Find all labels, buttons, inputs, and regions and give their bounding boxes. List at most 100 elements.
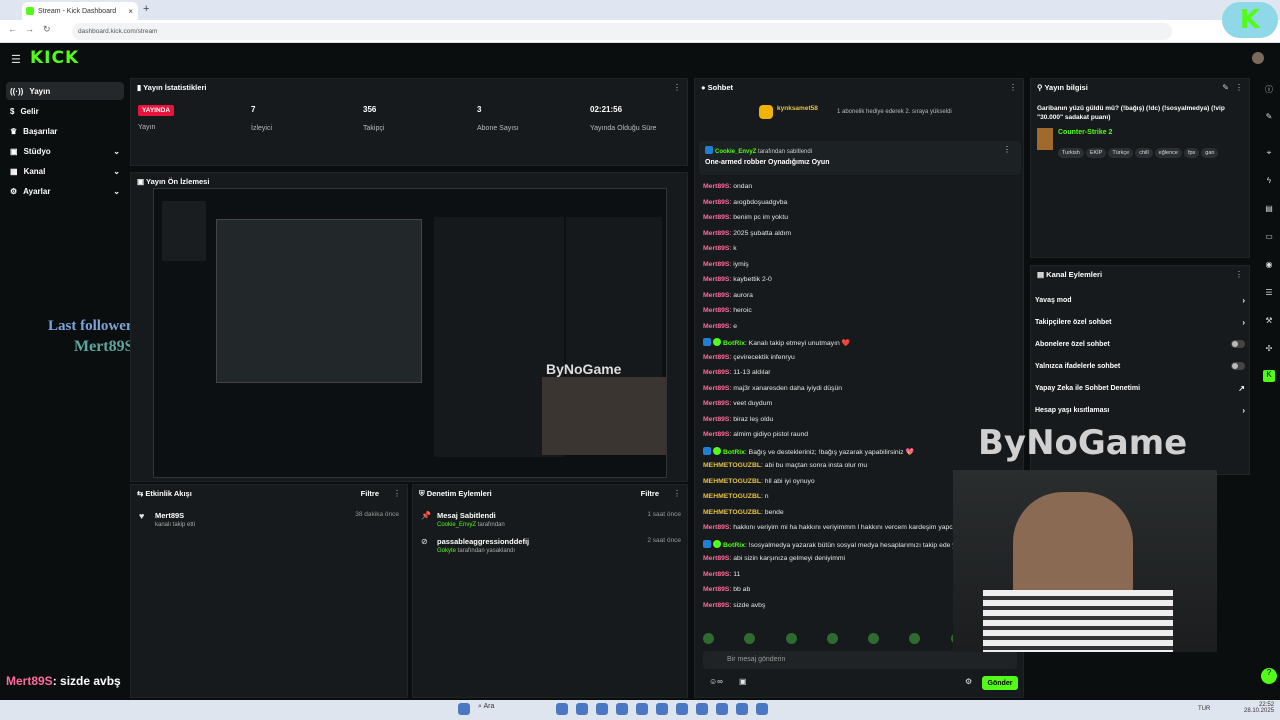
bolt-icon[interactable]: ϟ <box>1263 176 1275 188</box>
chat-username[interactable]: Mert89S <box>703 524 729 531</box>
app-icon[interactable] <box>756 703 768 715</box>
browser-tab[interactable]: Stream - Kick Dashboard × <box>22 2 138 20</box>
more-icon[interactable]: ⋮ <box>1009 83 1017 92</box>
kick-icon[interactable]: K <box>1263 370 1275 382</box>
taskbar-search[interactable]: ⌕ Ara <box>478 703 548 715</box>
kick-logo[interactable]: KICK <box>30 48 79 68</box>
chat-username[interactable]: BotRix <box>723 542 745 549</box>
app-icon[interactable] <box>616 703 628 715</box>
chat-username[interactable]: MEHMETOGUZBL <box>703 478 761 485</box>
chat-username[interactable]: Mert89S <box>703 199 729 206</box>
emote-icon[interactable] <box>868 633 880 644</box>
windows-start-icon[interactable] <box>458 703 470 715</box>
chat-username[interactable]: Mert89S <box>703 602 729 609</box>
new-tab-icon[interactable]: + <box>143 3 149 15</box>
gift-box-icon[interactable]: ▣ <box>739 677 747 686</box>
broadcast-icon[interactable]: ◉ <box>1263 260 1275 272</box>
emote-icon[interactable] <box>785 633 797 644</box>
sidebar-item-studyo[interactable]: ▣ Stüdyo ⌄ <box>6 142 124 160</box>
app-icon[interactable] <box>556 703 568 715</box>
chat-username[interactable]: MEHMETOGUZBL <box>703 509 761 516</box>
more-icon[interactable]: ⋮ <box>673 489 681 498</box>
document-icon[interactable]: ▤ <box>1263 204 1275 216</box>
emote-icon[interactable] <box>744 633 756 644</box>
app-icon[interactable] <box>696 703 708 715</box>
more-icon[interactable]: ⋮ <box>1235 270 1243 279</box>
chat-username[interactable]: Mert89S <box>703 292 729 299</box>
action-emote-only[interactable]: Yalnızca ifadelerle sohbet <box>1035 362 1245 370</box>
emoji-icon[interactable]: ☺∞ <box>709 677 723 686</box>
edit-icon[interactable]: ✎ <box>1263 112 1275 124</box>
gear-icon[interactable]: ⚙ <box>965 677 972 686</box>
chat-username[interactable]: Mert89S <box>703 183 729 190</box>
app-icon[interactable] <box>736 703 748 715</box>
app-icon[interactable] <box>636 703 648 715</box>
help-icon[interactable]: ? <box>1261 668 1277 684</box>
sidebar-item-ayarlar[interactable]: ⚙ Ayarlar ⌄ <box>6 182 124 200</box>
chat-username[interactable]: Mert89S <box>703 385 729 392</box>
filter-button[interactable]: Filtre <box>361 489 379 498</box>
emote-icon[interactable] <box>909 633 921 644</box>
app-icon[interactable] <box>716 703 728 715</box>
sidebar-item-basarilar[interactable]: ♛ Başarılar <box>6 122 124 140</box>
chat-username[interactable]: Mert89S <box>703 571 729 578</box>
chat-icon[interactable]: ▭ <box>1263 232 1275 244</box>
chat-username[interactable]: Mert89S <box>703 261 729 268</box>
chat-username[interactable]: Mert89S <box>703 586 729 593</box>
info-icon[interactable]: ⓘ <box>1263 84 1275 96</box>
chat-username[interactable]: MEHMETOGUZBL <box>703 462 761 469</box>
action-subs-only[interactable]: Abonelere özel sohbet <box>1035 340 1245 348</box>
chat-username[interactable]: Mert89S <box>703 214 729 221</box>
avatar[interactable] <box>1252 52 1264 64</box>
sidebar-item-gelir[interactable]: $ Gelir <box>6 102 124 120</box>
emote-icon[interactable] <box>826 633 838 644</box>
app-icon[interactable] <box>656 703 668 715</box>
action-slow-mode[interactable]: Yavaş mod › <box>1035 296 1245 305</box>
menu-icon[interactable]: ☰ <box>11 53 21 66</box>
chat-username[interactable]: Mert89S <box>703 416 729 423</box>
settings-icon[interactable]: ✣ <box>1263 344 1275 356</box>
chat-username[interactable]: Mert89S <box>703 245 729 252</box>
emote-icon[interactable] <box>703 633 714 644</box>
stream-preview-video[interactable]: ByNoGame <box>153 188 667 478</box>
category-name[interactable]: Counter-Strike 2 <box>1058 129 1112 136</box>
chat-username[interactable]: Mert89S <box>703 369 729 376</box>
unpin-icon[interactable]: ⋮ <box>1003 145 1011 154</box>
send-button[interactable]: Gönder <box>982 676 1018 690</box>
chat-username[interactable]: Mert89S <box>703 354 729 361</box>
reload-icon[interactable]: ↻ <box>43 24 51 35</box>
more-icon[interactable]: ⋮ <box>673 83 681 92</box>
chat-username[interactable]: Mert89S <box>703 230 729 237</box>
app-icon[interactable] <box>596 703 608 715</box>
chat-username[interactable]: Mert89S <box>703 323 729 330</box>
back-icon[interactable]: ← <box>8 24 17 34</box>
chat-username[interactable]: Mert89S <box>703 400 729 407</box>
chat-username[interactable]: Mert89S <box>703 555 729 562</box>
forward-icon[interactable]: → <box>25 24 34 34</box>
language-indicator[interactable]: TUR <box>1198 706 1210 712</box>
wrench-icon[interactable]: ⚒ <box>1263 316 1275 328</box>
sidebar-item-yayin[interactable]: ((·)) Yayın <box>6 82 124 100</box>
chat-username[interactable]: Mert89S <box>703 431 729 438</box>
more-icon[interactable]: ⋮ <box>1235 83 1243 92</box>
pinned-message[interactable]: Cookie_EnvyZ tarafından sabitlendi One-a… <box>699 141 1021 175</box>
action-followers-only[interactable]: Takipçilere özel sohbet › <box>1035 318 1245 327</box>
chat-input[interactable]: Bir mesaj gönderin <box>703 651 1017 669</box>
chat-username[interactable]: BotRix <box>723 449 745 456</box>
action-account-age[interactable]: Hesap yaşı kısıtlaması › <box>1035 406 1245 415</box>
action-ai-moderation[interactable]: Yapay Zeka ile Sohbet Denetimi ↗ <box>1035 384 1245 393</box>
close-tab-icon[interactable]: × <box>128 7 133 16</box>
chat-username[interactable]: Mert89S <box>703 276 729 283</box>
more-icon[interactable]: ⋮ <box>393 489 401 498</box>
chat-username[interactable]: MEHMETOGUZBL <box>703 493 761 500</box>
filter-button[interactable]: Filtre <box>641 489 659 498</box>
edit-icon[interactable]: ✎ <box>1222 83 1229 92</box>
chat-username[interactable]: Mert89S <box>703 307 729 314</box>
target-icon[interactable]: ⌖ <box>1263 148 1275 160</box>
browser-icon[interactable] <box>676 703 688 715</box>
url-field[interactable]: dashboard.kick.com/stream <box>72 23 1172 40</box>
list-icon[interactable]: ☰ <box>1263 288 1275 300</box>
app-icon[interactable] <box>576 703 588 715</box>
sidebar-item-kanal[interactable]: ▦ Kanal ⌄ <box>6 162 124 180</box>
chat-username[interactable]: BotRix <box>723 340 745 347</box>
